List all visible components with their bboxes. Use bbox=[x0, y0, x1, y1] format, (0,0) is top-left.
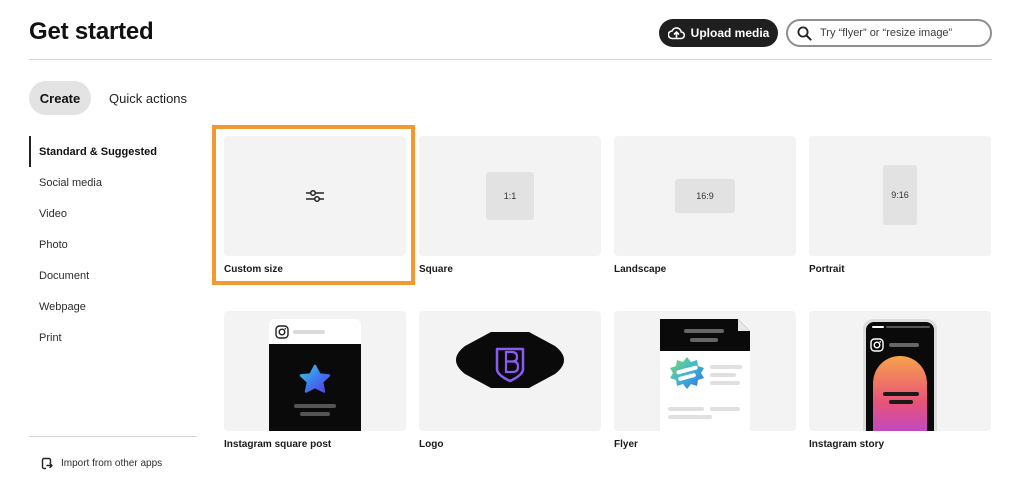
tab-create[interactable]: Create bbox=[29, 81, 91, 115]
sidebar-item-video[interactable]: Video bbox=[29, 198, 199, 229]
template-thumbnail bbox=[614, 311, 796, 431]
flyer-icon bbox=[660, 319, 750, 431]
sidebar-divider bbox=[29, 436, 197, 437]
selection-highlight bbox=[212, 125, 415, 285]
import-icon bbox=[41, 457, 53, 470]
tab-quick-actions[interactable]: Quick actions bbox=[109, 81, 187, 115]
template-label: Portrait bbox=[809, 264, 845, 275]
search-field[interactable] bbox=[786, 19, 992, 47]
sidebar-item-standard-suggested[interactable]: Standard & Suggested bbox=[29, 136, 199, 167]
template-label: Instagram square post bbox=[224, 439, 332, 450]
sidebar-item-photo[interactable]: Photo bbox=[29, 229, 199, 260]
upload-media-label: Upload media bbox=[690, 26, 770, 40]
template-card-instagram-square-post[interactable]: Instagram square post bbox=[224, 311, 406, 456]
template-card-square[interactable]: 1:1 Square bbox=[419, 136, 601, 281]
sidebar-item-document[interactable]: Document bbox=[29, 260, 199, 291]
search-input[interactable] bbox=[820, 27, 980, 39]
ratio-preview: 9:16 bbox=[883, 165, 917, 225]
template-card-portrait[interactable]: 9:16 Portrait bbox=[809, 136, 991, 281]
template-thumbnail bbox=[809, 311, 991, 431]
template-label: Logo bbox=[419, 439, 444, 450]
template-label: Flyer bbox=[614, 439, 638, 450]
template-thumbnail: 1:1 bbox=[419, 136, 601, 256]
logo-badge-icon bbox=[456, 332, 564, 388]
sidebar-nav: Standard & Suggested Social media Video … bbox=[29, 136, 199, 353]
search-icon bbox=[797, 26, 812, 41]
template-label: Landscape bbox=[614, 264, 667, 275]
template-thumbnail: 9:16 bbox=[809, 136, 991, 256]
template-card-logo[interactable]: Logo bbox=[419, 311, 601, 456]
template-label: Instagram story bbox=[809, 439, 885, 450]
import-label: Import from other apps bbox=[61, 458, 163, 469]
template-thumbnail bbox=[419, 311, 601, 431]
sidebar-item-webpage[interactable]: Webpage bbox=[29, 291, 199, 322]
template-thumbnail: 16:9 bbox=[614, 136, 796, 256]
cloud-upload-icon bbox=[667, 27, 685, 40]
ratio-preview: 16:9 bbox=[675, 179, 735, 213]
ratio-preview: 1:1 bbox=[486, 172, 534, 220]
template-card-flyer[interactable]: Flyer bbox=[614, 311, 796, 456]
import-from-other-apps-link[interactable]: Import from other apps bbox=[41, 457, 162, 470]
instagram-post-preview bbox=[269, 319, 361, 431]
upload-media-button[interactable]: Upload media bbox=[659, 19, 778, 47]
sidebar-item-social-media[interactable]: Social media bbox=[29, 167, 199, 198]
template-label: Square bbox=[419, 264, 453, 275]
instagram-story-preview bbox=[863, 319, 937, 431]
header-divider bbox=[29, 59, 992, 60]
page-title: Get started bbox=[29, 18, 154, 45]
template-card-landscape[interactable]: 16:9 Landscape bbox=[614, 136, 796, 281]
template-thumbnail bbox=[224, 311, 406, 431]
sidebar-item-print[interactable]: Print bbox=[29, 322, 199, 353]
template-card-instagram-story[interactable]: Instagram story bbox=[809, 311, 991, 456]
